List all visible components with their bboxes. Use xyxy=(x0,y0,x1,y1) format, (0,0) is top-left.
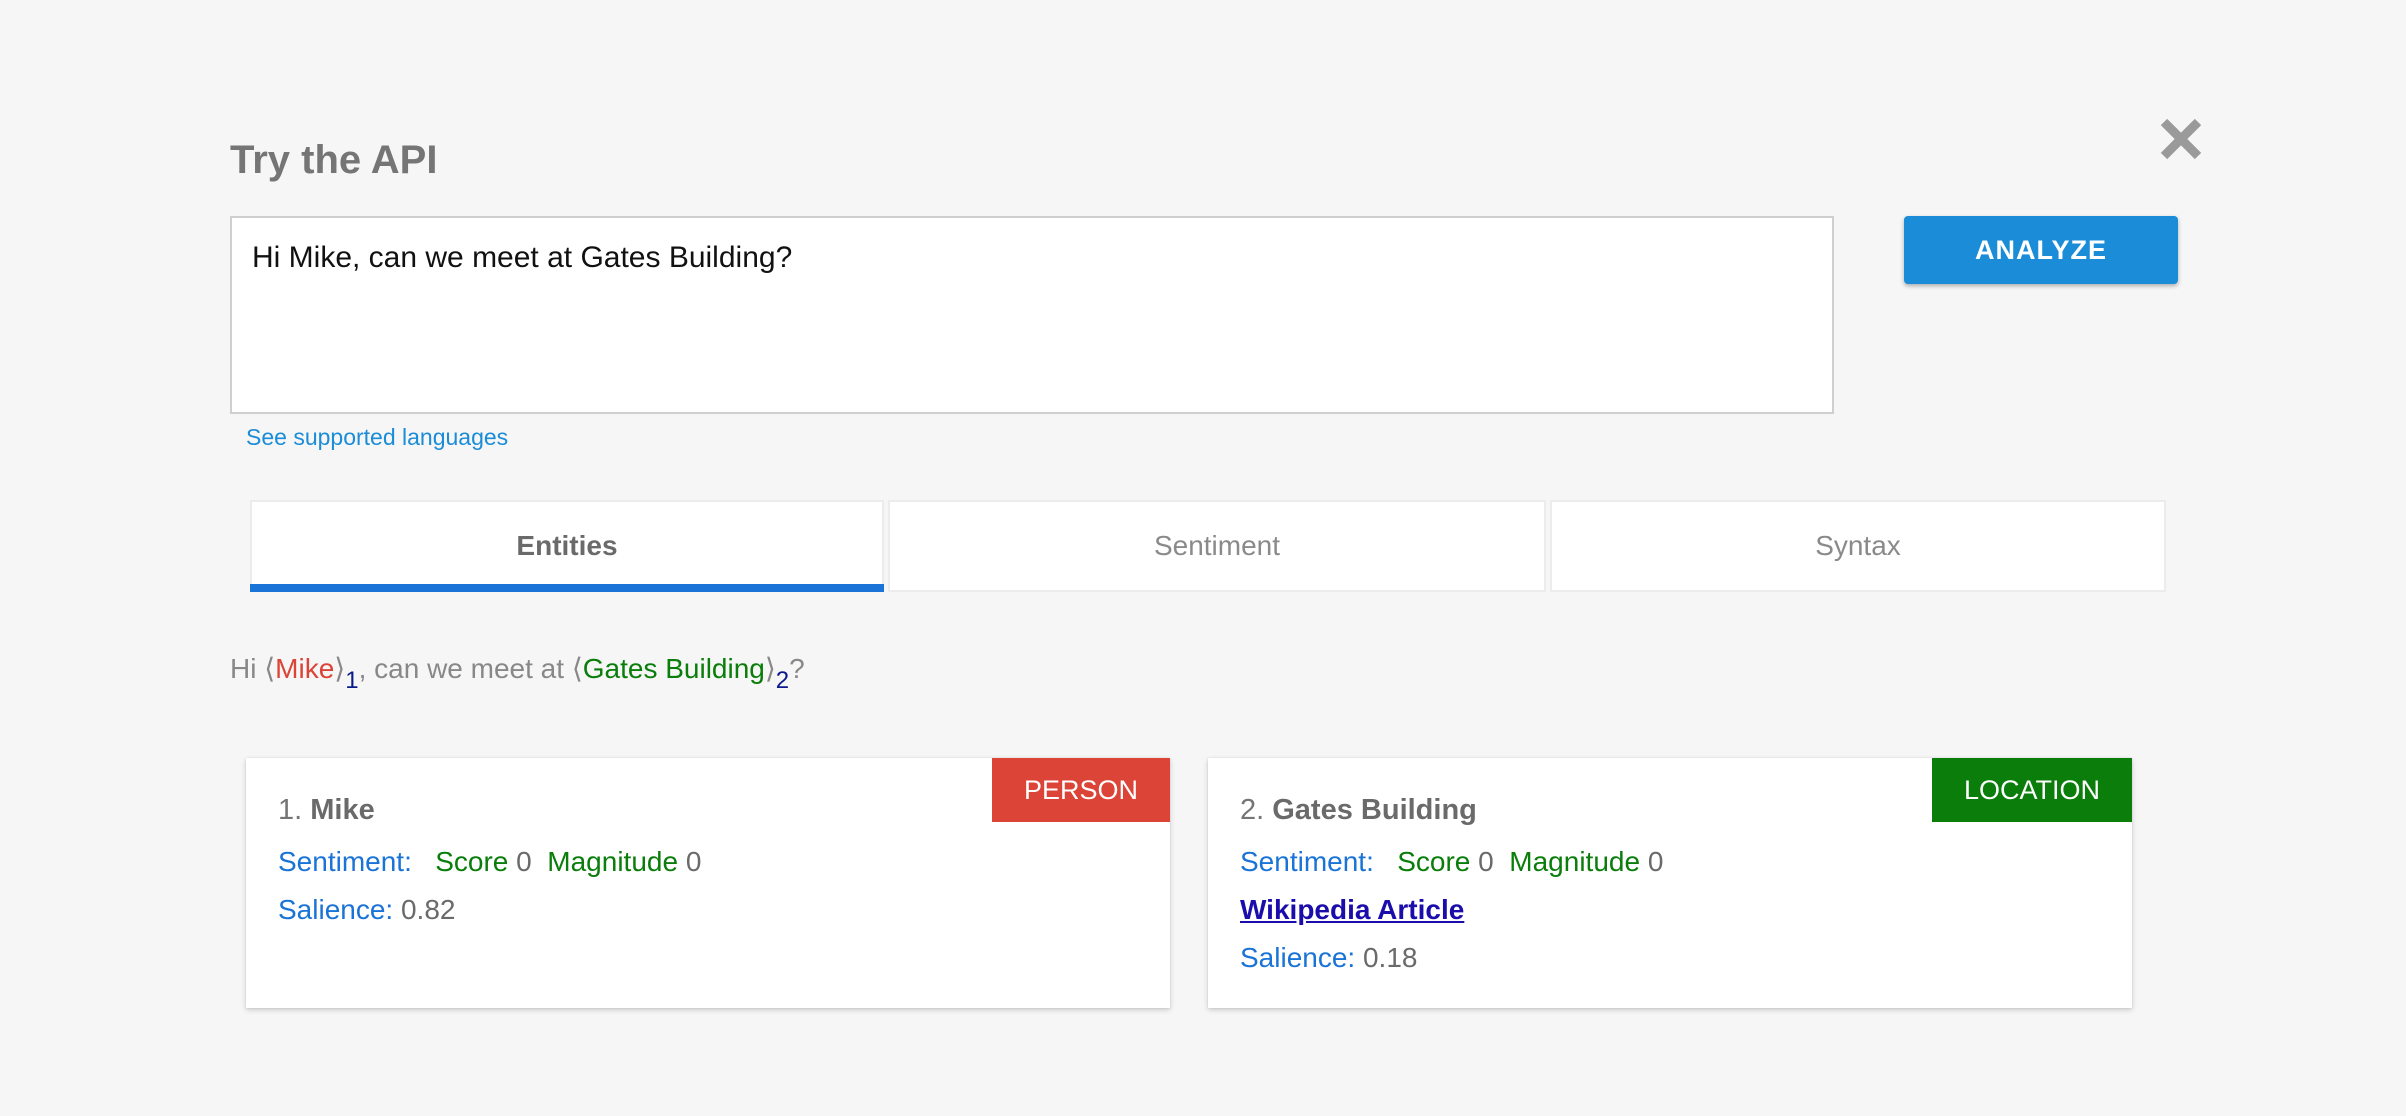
close-bracket: ⟩ xyxy=(334,653,346,684)
salience-label: Salience: xyxy=(1240,942,1356,973)
magnitude-value: 0 xyxy=(685,846,702,877)
score-label: Score xyxy=(435,846,509,877)
magnitude-value: 0 xyxy=(1647,846,1664,877)
result-tabs: Entities Sentiment Syntax xyxy=(250,500,2166,592)
entity-number: 2. xyxy=(1240,794,1265,826)
entity-heading: 1. Mike xyxy=(278,794,375,827)
entity-salience-row: Salience: 0.18 xyxy=(1240,942,1417,974)
entity-number: 1. xyxy=(278,794,303,826)
magnitude-label: Magnitude xyxy=(547,846,679,877)
entity-card: LOCATION 2. Gates Building Sentiment: Sc… xyxy=(1208,758,2132,1008)
entity-name: Gates Building xyxy=(1272,794,1477,826)
entity-sentiment-row: Sentiment: Score 0 Magnitude 0 xyxy=(278,846,701,878)
annotated-middle: , can we meet at xyxy=(358,653,572,684)
score-value: 0 xyxy=(1478,846,1494,877)
annotated-prefix: Hi xyxy=(230,653,265,684)
entity-mention-1: Mike xyxy=(275,653,335,684)
entity-type-badge: PERSON xyxy=(991,758,1170,822)
salience-value: 0.82 xyxy=(400,894,456,925)
score-label: Score xyxy=(1397,846,1471,877)
try-api-dialog: Try the API ANALYZE See supported langua… xyxy=(0,0,2406,1116)
tab-sentiment[interactable]: Sentiment xyxy=(888,500,1546,592)
supported-languages-link[interactable]: See supported languages xyxy=(246,424,508,451)
annotated-text: Hi ⟨Mike⟩1, can we meet at ⟨Gates Buildi… xyxy=(230,652,805,695)
text-input[interactable] xyxy=(230,216,1834,414)
tab-syntax[interactable]: Syntax xyxy=(1550,500,2166,592)
entity-heading: 2. Gates Building xyxy=(1240,794,1477,827)
open-bracket: ⟨ xyxy=(264,653,276,684)
entity-index-2: 2 xyxy=(775,667,790,694)
magnitude-label: Magnitude xyxy=(1509,846,1641,877)
annotated-suffix: ? xyxy=(789,653,805,684)
salience-label: Salience: xyxy=(278,894,394,925)
entity-salience-row: Salience: 0.82 xyxy=(278,894,455,926)
open-bracket: ⟨ xyxy=(571,653,583,684)
entity-name: Mike xyxy=(310,794,375,826)
entity-sentiment-row: Sentiment: Score 0 Magnitude 0 xyxy=(1240,846,1663,878)
close-bracket: ⟩ xyxy=(764,653,776,684)
entity-card: PERSON 1. Mike Sentiment: Score 0 Magnit… xyxy=(246,758,1170,1008)
entity-mention-2: Gates Building xyxy=(582,653,765,684)
analyze-button[interactable]: ANALYZE xyxy=(1904,216,2178,284)
wikipedia-row: Wikipedia Article xyxy=(1240,894,1464,926)
dialog-title: Try the API xyxy=(230,138,438,182)
sentiment-label: Sentiment: xyxy=(1240,846,1374,877)
sentiment-label: Sentiment: xyxy=(278,846,412,877)
entity-type-badge: LOCATION xyxy=(1931,758,2132,822)
entity-index-1: 1 xyxy=(345,667,359,694)
wikipedia-article-link[interactable]: Wikipedia Article xyxy=(1240,894,1464,925)
score-value: 0 xyxy=(516,846,532,877)
salience-value: 0.18 xyxy=(1362,942,1418,973)
tab-entities[interactable]: Entities xyxy=(250,500,884,592)
close-icon[interactable] xyxy=(2158,116,2204,162)
